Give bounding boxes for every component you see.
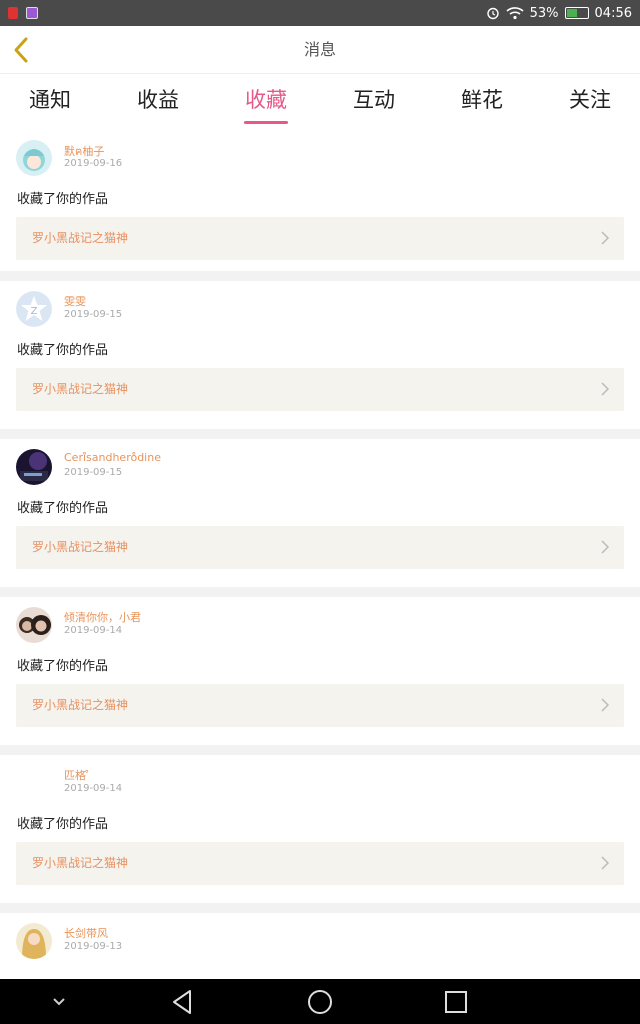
avatar[interactable] bbox=[16, 607, 52, 643]
back-triangle-icon[interactable] bbox=[168, 987, 198, 1017]
work-link[interactable]: 罗小黑战记之猫神 bbox=[16, 842, 624, 885]
battery-fill bbox=[566, 9, 577, 17]
timestamp: 2019-09-13 bbox=[64, 941, 123, 952]
work-link[interactable]: 罗小黑战记之猫神 bbox=[16, 368, 624, 411]
tab-earnings[interactable]: 收益 bbox=[128, 74, 188, 130]
work-title: 罗小黑战记之猫神 bbox=[32, 540, 129, 554]
username[interactable]: Ceri̊sandhero̊dine bbox=[64, 451, 161, 464]
timestamp: 2019-09-15 bbox=[64, 309, 123, 320]
tab-favorites[interactable]: 收藏 bbox=[236, 74, 296, 130]
chevron-right-icon bbox=[601, 231, 610, 245]
svg-text:Z: Z bbox=[31, 306, 38, 317]
work-title: 罗小黑战记之猫神 bbox=[32, 698, 129, 712]
status-bar: 53% 04:56 bbox=[0, 0, 640, 26]
chevron-right-icon bbox=[601, 540, 610, 554]
recents-square-icon[interactable] bbox=[441, 987, 471, 1017]
chevron-down-icon[interactable] bbox=[44, 987, 74, 1017]
list-item: 默ฅ柚子 2019-09-16 收藏了你的作品 罗小黑战记之猫神 bbox=[0, 130, 640, 271]
work-title: 罗小黑战记之猫神 bbox=[32, 231, 129, 245]
list-item: 长剑带风 2019-09-13 bbox=[0, 913, 640, 979]
tab-bar: 通知 收益 收藏 互动 鲜花 关注 bbox=[0, 74, 640, 130]
username[interactable]: 倾清你你，小君 bbox=[64, 609, 141, 625]
work-title: 罗小黑战记之猫神 bbox=[32, 382, 129, 396]
timestamp: 2019-09-16 bbox=[64, 158, 123, 169]
back-arrow-icon[interactable] bbox=[10, 36, 34, 64]
timestamp: 2019-09-14 bbox=[64, 625, 123, 636]
work-link[interactable]: 罗小黑战记之猫神 bbox=[16, 217, 624, 260]
battery-icon bbox=[564, 7, 589, 19]
chevron-right-icon bbox=[601, 698, 610, 712]
tab-notifications[interactable]: 通知 bbox=[20, 74, 80, 130]
home-circle-icon[interactable] bbox=[305, 987, 335, 1017]
page-title: 消息 bbox=[303, 40, 336, 59]
action-text: 收藏了你的作品 bbox=[17, 343, 109, 358]
wifi-icon bbox=[506, 7, 524, 20]
username[interactable]: 雯雯 bbox=[64, 293, 86, 309]
app-notification-icon-2 bbox=[26, 7, 38, 19]
action-text: 收藏了你的作品 bbox=[17, 192, 109, 207]
work-link[interactable]: 罗小黑战记之猫神 bbox=[16, 526, 624, 569]
timestamp: 2019-09-15 bbox=[64, 467, 123, 478]
username[interactable]: 长剑带风 bbox=[64, 925, 108, 941]
clock: 04:56 bbox=[594, 5, 632, 21]
tab-flowers[interactable]: 鲜花 bbox=[452, 74, 512, 130]
status-bar-left bbox=[8, 7, 38, 19]
status-bar-right: 53% 04:56 bbox=[486, 6, 632, 20]
tab-follows[interactable]: 关注 bbox=[560, 74, 620, 130]
username[interactable]: 匹格 ̊ bbox=[64, 767, 90, 783]
action-text: 收藏了你的作品 bbox=[17, 817, 109, 832]
app-notification-icon bbox=[8, 7, 18, 19]
system-nav-bar bbox=[0, 979, 640, 1024]
alarm-icon bbox=[486, 7, 499, 20]
list-item: Z 雯雯 2019-09-15 收藏了你的作品 罗小黑战记之猫神 bbox=[0, 281, 640, 429]
avatar[interactable] bbox=[16, 765, 52, 801]
work-title: 罗小黑战记之猫神 bbox=[32, 856, 129, 870]
chevron-right-icon bbox=[601, 382, 610, 396]
avatar[interactable] bbox=[16, 449, 52, 485]
action-text: 收藏了你的作品 bbox=[17, 659, 109, 674]
timestamp: 2019-09-14 bbox=[64, 783, 123, 794]
action-text: 收藏了你的作品 bbox=[17, 501, 109, 516]
top-header: 消息 bbox=[0, 26, 640, 74]
favorites-list: 默ฅ柚子 2019-09-16 收藏了你的作品 罗小黑战记之猫神 Z 雯雯 20… bbox=[0, 130, 640, 979]
work-link[interactable]: 罗小黑战记之猫神 bbox=[16, 684, 624, 727]
avatar[interactable] bbox=[16, 140, 52, 176]
battery-percent: 53% bbox=[529, 5, 559, 21]
avatar[interactable] bbox=[16, 923, 52, 959]
tab-interactions[interactable]: 互动 bbox=[344, 74, 404, 130]
list-item: 匹格 ̊ 2019-09-14 收藏了你的作品 罗小黑战记之猫神 bbox=[0, 755, 640, 903]
list-item: Ceri̊sandhero̊dine 2019-09-15 收藏了你的作品 罗小… bbox=[0, 439, 640, 587]
avatar[interactable]: Z bbox=[16, 291, 52, 327]
list-item: 倾清你你，小君 2019-09-14 收藏了你的作品 罗小黑战记之猫神 bbox=[0, 597, 640, 745]
chevron-right-icon bbox=[601, 856, 610, 870]
